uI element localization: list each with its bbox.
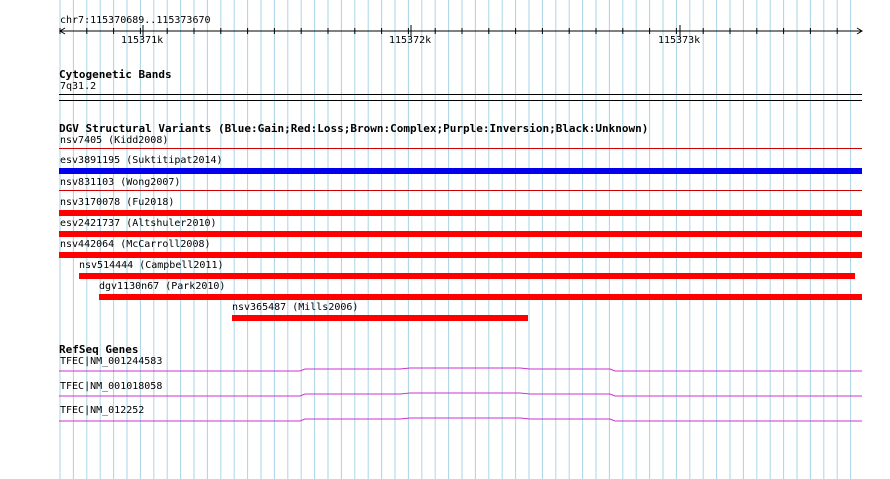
gene-models [59, 367, 862, 422]
gene-model-line [59, 367, 862, 372]
genome-browser-view: chr7:115370689..115373670 115371k 115372… [0, 0, 890, 479]
gene-model-line [59, 392, 862, 397]
gene-model-line [59, 417, 862, 422]
